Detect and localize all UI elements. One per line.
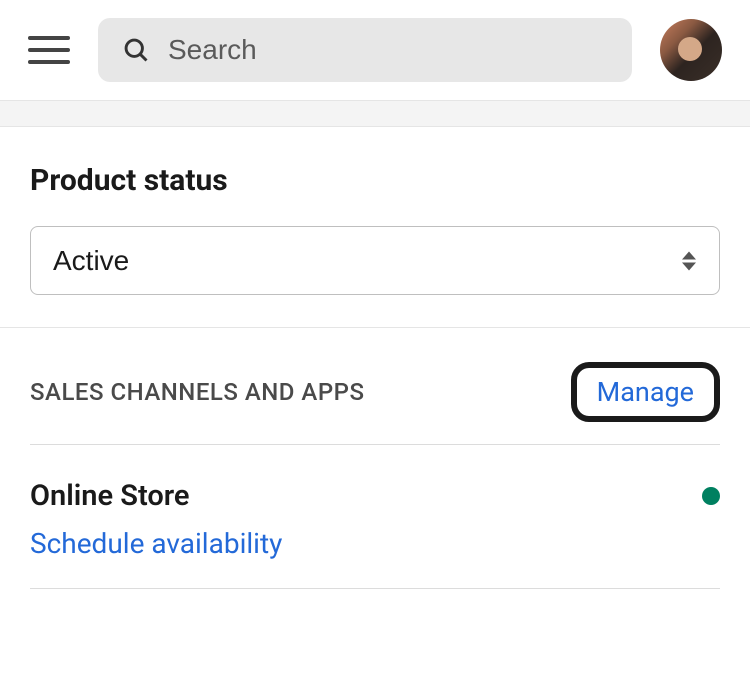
sales-header: SALES CHANNELS AND APPS Manage <box>30 362 720 422</box>
status-select-wrap: Active <box>30 226 720 295</box>
search-bar[interactable] <box>98 18 632 82</box>
menu-icon[interactable] <box>28 36 70 64</box>
content: Product status Active SALES CHANNELS AND… <box>0 127 750 589</box>
manage-link[interactable]: Manage <box>571 362 720 422</box>
bottom-divider <box>30 588 720 589</box>
channel-name: Online Store <box>30 479 190 513</box>
app-container: Product status Active SALES CHANNELS AND… <box>0 0 750 680</box>
status-dot-icon <box>702 487 720 505</box>
sales-channels-title: SALES CHANNELS AND APPS <box>30 378 365 406</box>
product-status-title: Product status <box>30 163 720 198</box>
header-spacer <box>0 101 750 127</box>
sales-section: SALES CHANNELS AND APPS Manage Online St… <box>30 328 720 589</box>
status-select[interactable]: Active <box>30 226 720 295</box>
channel-row: Online Store <box>30 479 720 513</box>
thin-divider <box>30 444 720 445</box>
search-icon <box>122 36 150 64</box>
search-input[interactable] <box>168 34 608 66</box>
header <box>0 0 750 101</box>
schedule-availability-link[interactable]: Schedule availability <box>30 527 282 560</box>
avatar[interactable] <box>660 19 722 81</box>
